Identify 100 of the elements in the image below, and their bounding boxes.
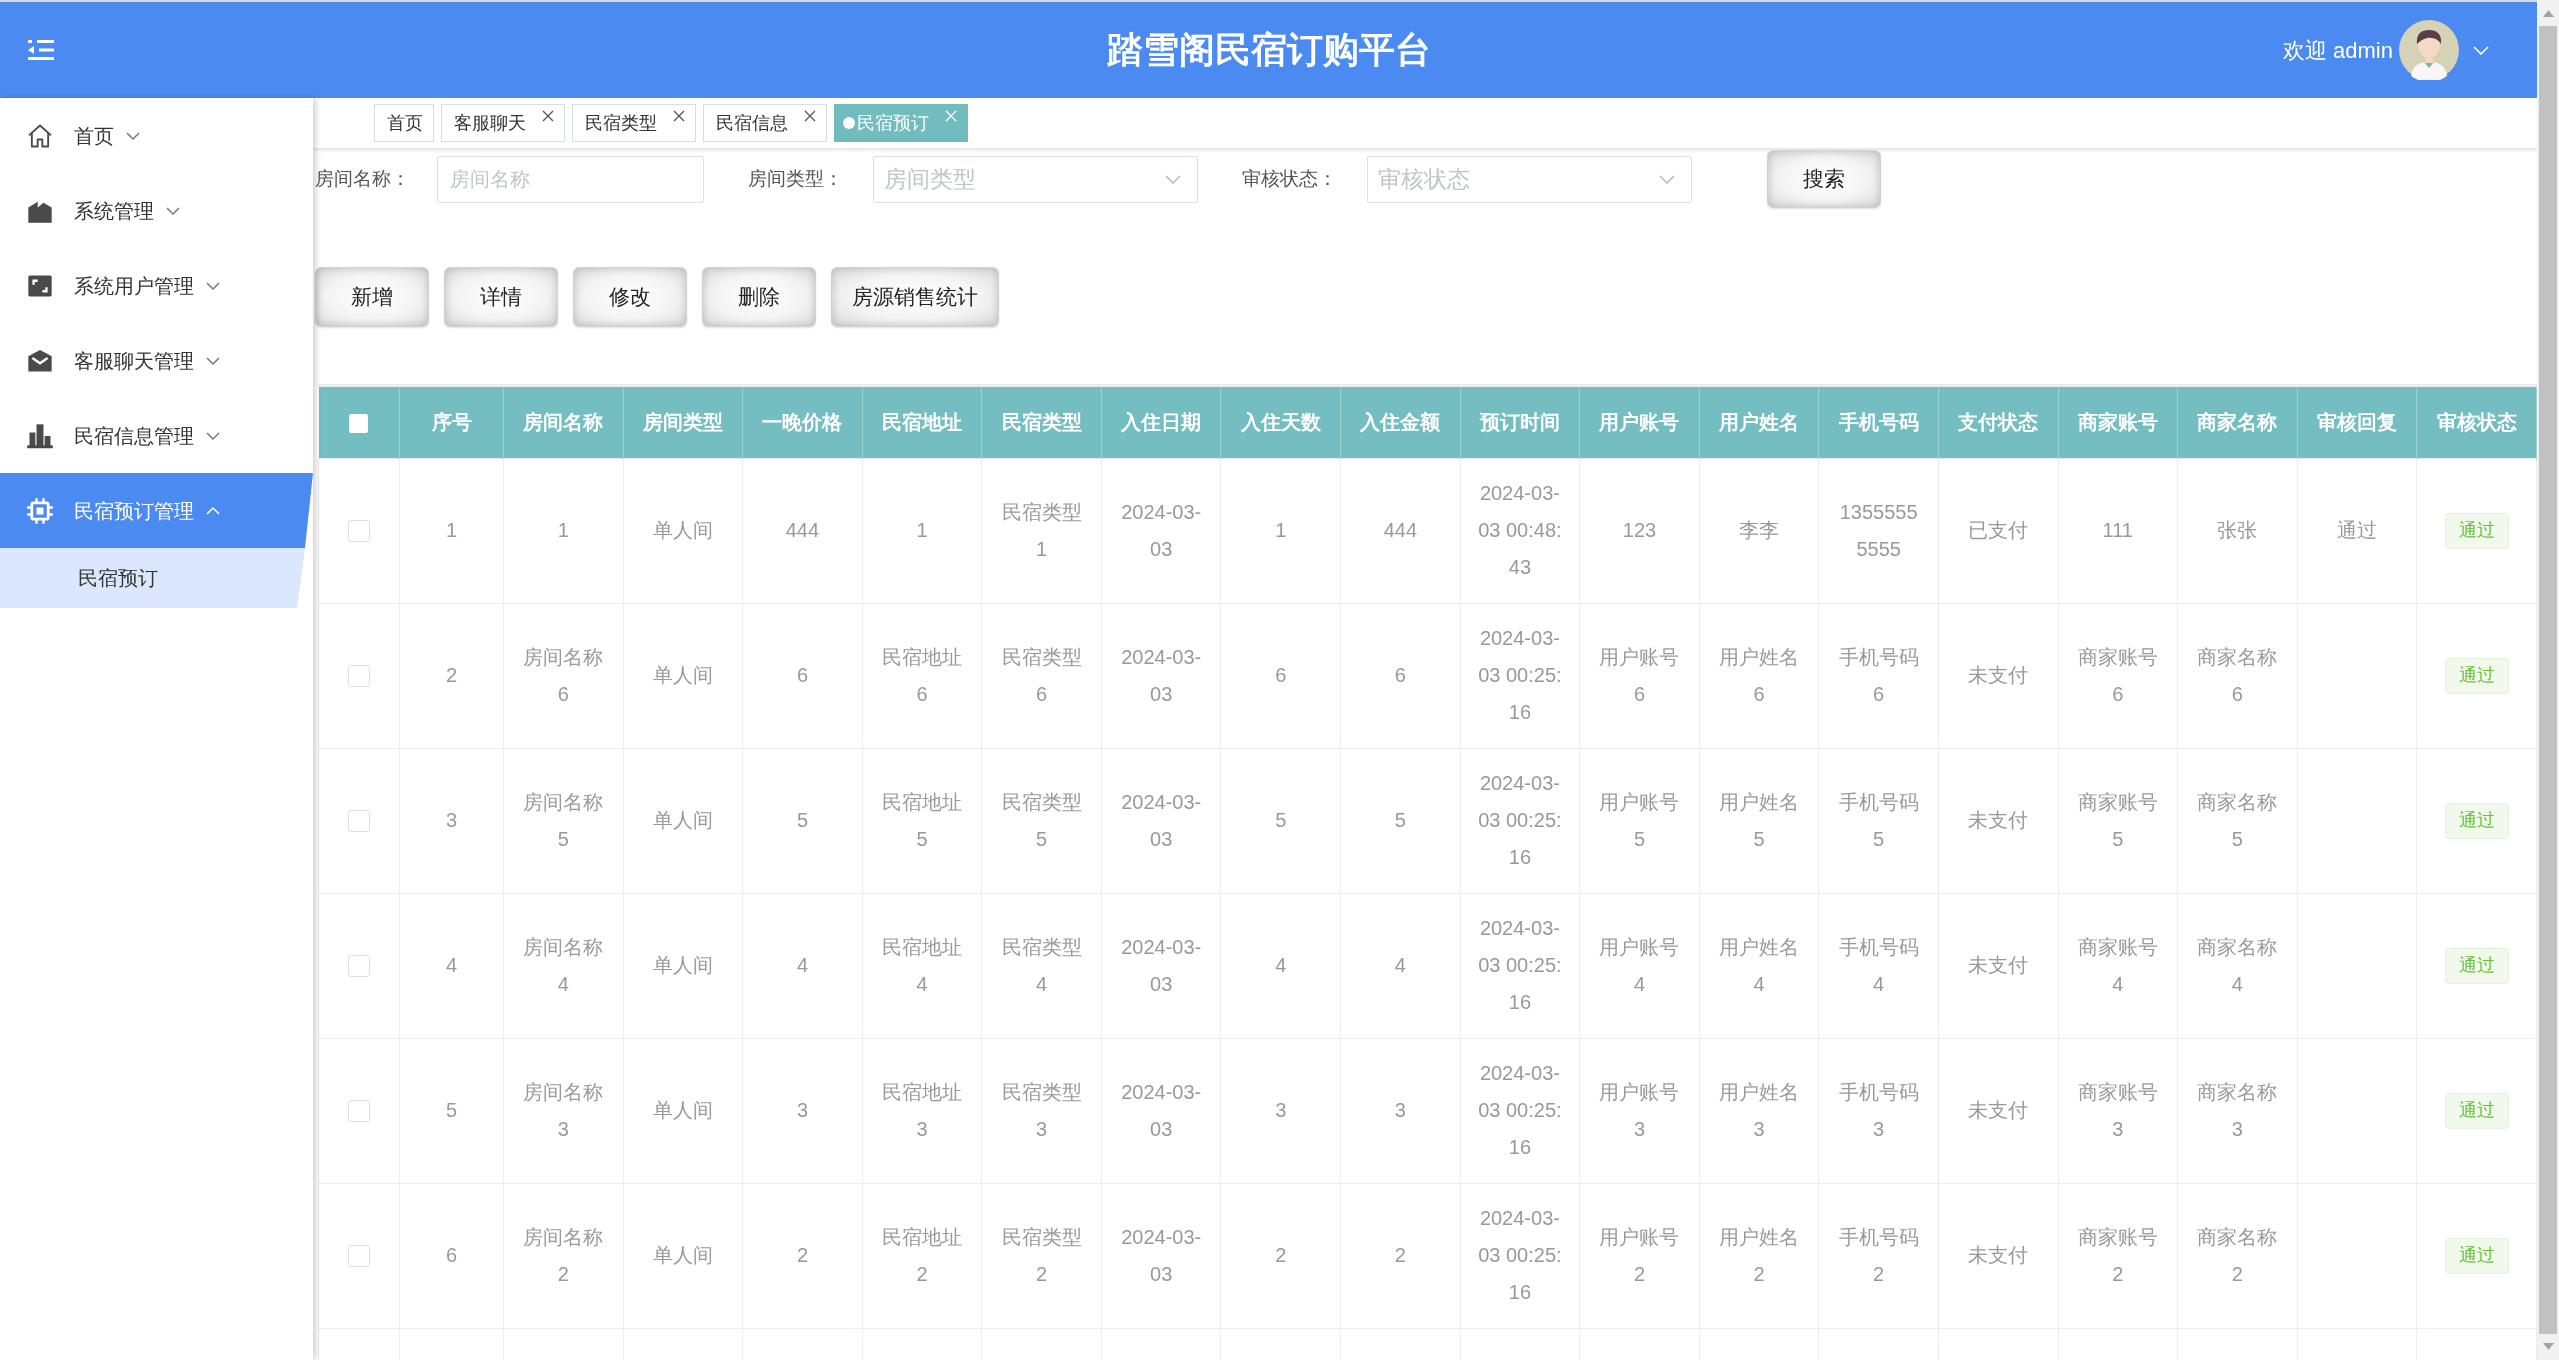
table-cell: 4 xyxy=(399,893,504,1038)
table-cell: 通过 xyxy=(2297,458,2417,603)
table-cell: 民宿地址4 xyxy=(862,893,982,1038)
sidebar-item[interactable]: 民宿信息管理 xyxy=(0,398,313,473)
row-checkbox[interactable] xyxy=(348,665,370,688)
table-cell: 未支付 xyxy=(1938,1183,2058,1328)
table-cell: 2024-03-03 00:25:16 xyxy=(1460,1183,1580,1328)
table-cell: 单人间 xyxy=(623,748,743,893)
table-cell: 房间名称6 xyxy=(503,603,624,748)
edit-button[interactable]: 修改 xyxy=(573,267,687,327)
chip-icon xyxy=(26,496,54,525)
details-button[interactable]: 详情 xyxy=(444,267,558,327)
table-cell: 444 xyxy=(742,458,863,603)
column-header: 序号 xyxy=(399,387,504,458)
table-cell: 6 xyxy=(399,1183,504,1328)
scroll-up-icon[interactable] xyxy=(2542,10,2554,17)
sidebar-item[interactable]: 系统管理 xyxy=(0,173,313,248)
column-header: 民宿地址 xyxy=(862,387,982,458)
row-checkbox[interactable] xyxy=(348,810,370,833)
table-cell: 民宿地址2 xyxy=(862,1183,982,1328)
close-icon[interactable] xyxy=(804,110,816,122)
column-header: 入住天数 xyxy=(1220,387,1341,458)
column-header: 用户账号 xyxy=(1579,387,1700,458)
table-cell: 用户姓名4 xyxy=(1699,893,1819,1038)
chevron-down-icon xyxy=(1165,174,1181,184)
table-cell: 民宿地址5 xyxy=(862,748,982,893)
row-checkbox[interactable] xyxy=(348,1245,370,1268)
chevron-down-icon[interactable] xyxy=(2473,45,2489,55)
table-cell: 民宿地址6 xyxy=(862,603,982,748)
table-cell: 4 xyxy=(742,893,863,1038)
input-field[interactable]: 房间名称 xyxy=(437,155,704,203)
table-cell: 4 xyxy=(1340,893,1461,1038)
table-cell: 2024-03-03 xyxy=(1101,603,1221,748)
menu-icon[interactable] xyxy=(27,39,55,61)
row-checkbox[interactable] xyxy=(348,955,370,978)
table-cell: 2024-03-03 xyxy=(1101,1183,1221,1328)
table-cell: 6 xyxy=(1220,603,1341,748)
table-cell: 商家账号5 xyxy=(2058,748,2178,893)
field-label: 房间类型： xyxy=(748,166,843,191)
row-checkbox[interactable] xyxy=(348,1100,370,1123)
table-cell: 未支付 xyxy=(1938,1038,2058,1183)
field-label: 审核状态： xyxy=(1242,166,1337,191)
search-button[interactable]: 搜索 xyxy=(1767,150,1881,208)
table-cell: 3 xyxy=(399,748,504,893)
sidebar-item[interactable]: 系统用户管理 xyxy=(0,248,313,323)
table-cell: 房间名称2 xyxy=(503,1183,624,1328)
table-cell: 房间名称4 xyxy=(503,893,624,1038)
table-cell: 13555555555 xyxy=(1818,458,1939,603)
table-cell: 2 xyxy=(742,1183,863,1328)
tab[interactable]: 民宿类型 xyxy=(572,104,696,142)
tab[interactable]: 民宿信息 xyxy=(703,104,827,142)
scrollbar[interactable] xyxy=(2537,0,2559,1360)
scroll-down-icon[interactable] xyxy=(2542,1343,2554,1350)
column-header: 手机号码 xyxy=(1818,387,1939,458)
column-header: 一晚价格 xyxy=(742,387,863,458)
table-cell: 111 xyxy=(2058,458,2178,603)
table-cell: 商家账号4 xyxy=(2058,893,2178,1038)
close-icon[interactable] xyxy=(542,110,554,122)
table-cell: 用户账号2 xyxy=(1579,1183,1700,1328)
buildings-icon xyxy=(26,421,54,450)
sidebar-item[interactable]: 首页 xyxy=(0,98,313,173)
close-icon[interactable] xyxy=(673,110,685,122)
scrollbar-thumb[interactable] xyxy=(2539,26,2557,1334)
table-cell: 用户账号4 xyxy=(1579,893,1700,1038)
tab[interactable]: 客服聊天 xyxy=(441,104,565,142)
sidebar-item[interactable]: 客服聊天管理 xyxy=(0,323,313,398)
tab[interactable]: 首页 xyxy=(374,104,434,142)
select-all-checkbox[interactable] xyxy=(349,413,369,433)
table-cell: 2024-03-03 xyxy=(1101,748,1221,893)
table-cell: 单人间 xyxy=(623,893,743,1038)
table-cell: 商家名称2 xyxy=(2177,1183,2298,1328)
table-cell: 444 xyxy=(1340,458,1461,603)
table-cell: 2024-03-03 00:25:16 xyxy=(1460,1038,1580,1183)
add-button[interactable]: 新增 xyxy=(315,267,429,327)
status-tag: 通过 xyxy=(2444,1237,2509,1274)
table-cell: 商家名称5 xyxy=(2177,748,2298,893)
table-cell: 未支付 xyxy=(1938,893,2058,1038)
avatar-icon[interactable] xyxy=(2399,20,2459,80)
table-cell: 3 xyxy=(1340,1038,1461,1183)
table-cell: 单人间 xyxy=(623,603,743,748)
table-cell: 5 xyxy=(1340,748,1461,893)
table-cell: 5 xyxy=(399,1038,504,1183)
column-header: 商家账号 xyxy=(2058,387,2178,458)
table-cell: 单人间 xyxy=(623,458,743,603)
table-cell: 单人间 xyxy=(623,1183,743,1328)
row-checkbox[interactable] xyxy=(348,520,370,543)
table-cell: 李李 xyxy=(1699,458,1819,603)
table-cell: 房间名称3 xyxy=(503,1038,624,1183)
table-cell: 4 xyxy=(1220,893,1341,1038)
statistics-button[interactable]: 房源销售统计 xyxy=(831,267,999,327)
table-cell: 商家账号3 xyxy=(2058,1038,2178,1183)
delete-button[interactable]: 删除 xyxy=(702,267,816,327)
table-cell: 民宿类型4 xyxy=(981,893,1102,1038)
column-header: 房间类型 xyxy=(623,387,743,458)
status-tag: 通过 xyxy=(2444,947,2509,984)
table-cell: 1 xyxy=(862,458,982,603)
column-header: 审核回复 xyxy=(2297,387,2417,458)
table-cell: 商家名称4 xyxy=(2177,893,2298,1038)
column-header: 审核状态 xyxy=(2416,387,2537,458)
table-cell: 商家名称6 xyxy=(2177,603,2298,748)
